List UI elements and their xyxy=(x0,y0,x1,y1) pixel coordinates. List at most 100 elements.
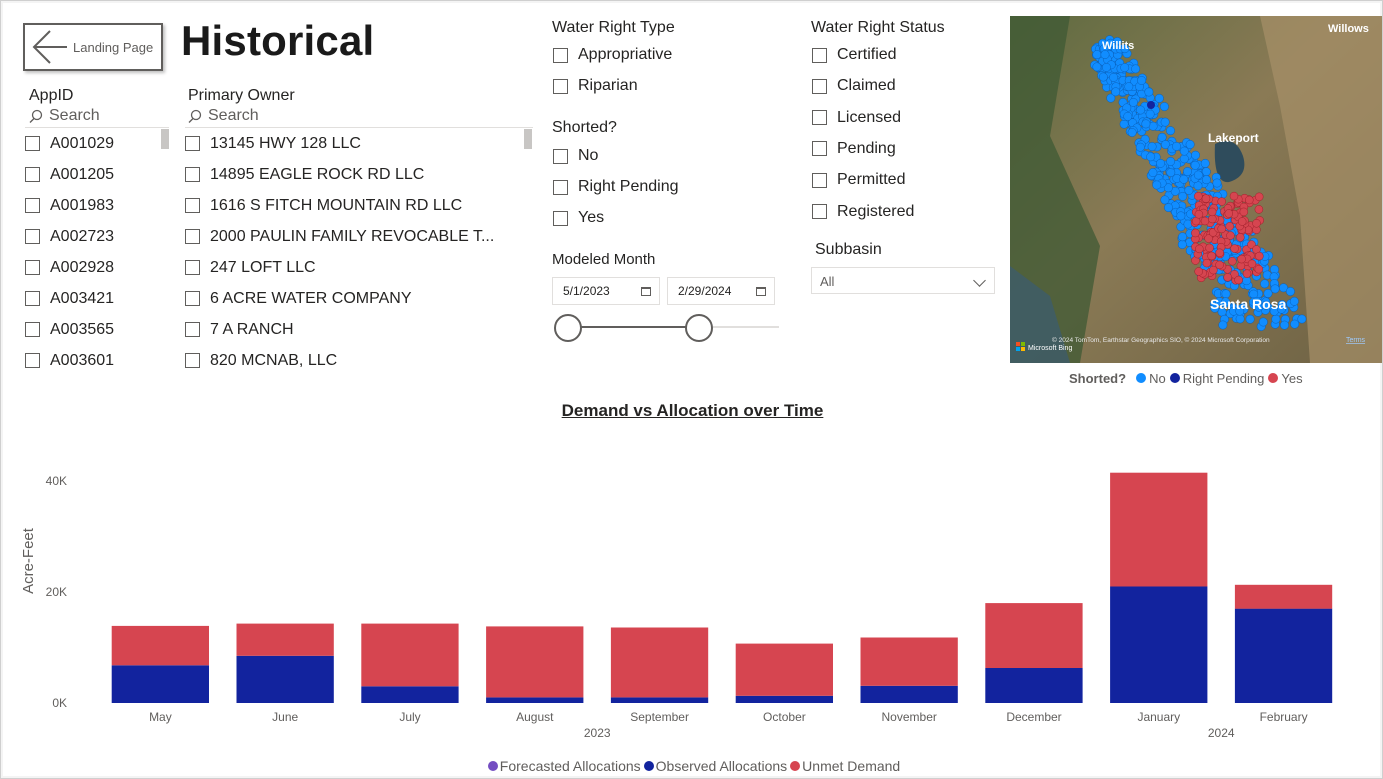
bar-unmet-demand[interactable] xyxy=(735,643,833,696)
water-right-type-option[interactable]: Riparian xyxy=(553,77,638,95)
shorted-option[interactable]: No xyxy=(553,147,598,165)
appid-item[interactable]: A001983 xyxy=(25,190,169,221)
bar-unmet-demand[interactable] xyxy=(361,623,459,687)
owner-item[interactable]: 7 A RANCH xyxy=(185,314,533,345)
checkbox[interactable] xyxy=(25,198,40,213)
appid-item-label: A003565 xyxy=(50,320,115,338)
checkbox[interactable] xyxy=(553,78,568,94)
checkbox[interactable] xyxy=(812,47,827,63)
owner-item[interactable]: 247 LOFT LLC xyxy=(185,252,533,283)
bar-observed-allocations[interactable] xyxy=(985,668,1083,703)
checkbox[interactable] xyxy=(25,353,40,368)
start-date-input[interactable]: 5/1/2023 xyxy=(552,277,660,305)
owner-item[interactable]: 13145 HWY 128 LLC xyxy=(185,128,533,159)
y-tick-label: 20K xyxy=(46,585,67,599)
checkbox[interactable] xyxy=(185,353,200,368)
appid-item-label: A001029 xyxy=(50,134,115,152)
shorted-option[interactable]: Right Pending xyxy=(553,178,679,196)
owner-item[interactable]: 14895 EAGLE ROCK RD LLC xyxy=(185,159,533,190)
shorted-option[interactable]: Yes xyxy=(553,209,604,227)
checkbox[interactable] xyxy=(25,136,40,151)
water-right-type-option[interactable]: Appropriative xyxy=(553,46,672,64)
bar-observed-allocations[interactable] xyxy=(1234,608,1333,703)
map-point xyxy=(1254,264,1264,274)
checkbox[interactable] xyxy=(812,78,827,94)
appid-item[interactable]: A001029 xyxy=(25,128,169,159)
checkbox[interactable] xyxy=(25,322,40,337)
water-right-status-option[interactable]: Certified xyxy=(812,46,897,64)
map-visual[interactable]: Willits Willows Lakeport Santa Rosa © 20… xyxy=(1010,16,1383,363)
water-right-status-option[interactable]: Registered xyxy=(812,203,914,221)
subbasin-title: Subbasin xyxy=(815,241,882,258)
owner-item[interactable]: 2000 PAULIN FAMILY REVOCABLE T... xyxy=(185,221,533,252)
appid-item[interactable]: A003601 xyxy=(25,345,169,376)
checkbox[interactable] xyxy=(553,179,568,195)
checkbox[interactable] xyxy=(185,229,200,244)
checkbox[interactable] xyxy=(812,172,827,188)
map-point xyxy=(1201,175,1211,185)
bar-unmet-demand[interactable] xyxy=(860,637,958,686)
map-point xyxy=(1092,62,1102,72)
bar-unmet-demand[interactable] xyxy=(111,625,209,666)
bar-observed-allocations[interactable] xyxy=(486,697,584,703)
appid-scrollbar[interactable] xyxy=(161,129,169,149)
checkbox[interactable] xyxy=(185,322,200,337)
appid-item[interactable]: A002723 xyxy=(25,221,169,252)
bar-observed-allocations[interactable] xyxy=(111,665,209,703)
subbasin-dropdown[interactable]: All xyxy=(811,267,995,294)
bar-observed-allocations[interactable] xyxy=(1110,586,1208,703)
checkbox[interactable] xyxy=(25,229,40,244)
map-point xyxy=(1124,82,1134,92)
landing-page-button[interactable]: Landing Page xyxy=(23,23,163,71)
bar-unmet-demand[interactable] xyxy=(985,603,1083,668)
bar-unmet-demand[interactable] xyxy=(610,627,709,698)
checkbox[interactable] xyxy=(185,291,200,306)
checkbox[interactable] xyxy=(553,47,568,63)
bar-unmet-demand[interactable] xyxy=(236,623,334,656)
owner-item[interactable]: 820 MCNAB, LLC xyxy=(185,345,533,376)
bar-observed-allocations[interactable] xyxy=(610,697,709,703)
demand-allocation-chart[interactable]: Acre-Feet 0K 20K 40K May June July August Septem… xyxy=(1,431,1383,756)
owner-search-input[interactable]: Search xyxy=(188,107,259,125)
checkbox[interactable] xyxy=(25,291,40,306)
checkbox[interactable] xyxy=(25,260,40,275)
bar-observed-allocations[interactable] xyxy=(236,655,334,703)
bar-unmet-demand[interactable] xyxy=(1234,584,1333,609)
water-right-status-option[interactable]: Permitted xyxy=(812,171,905,189)
owner-scrollbar[interactable] xyxy=(524,129,532,149)
map-point xyxy=(1166,156,1176,166)
appid-item[interactable]: A002928 xyxy=(25,252,169,283)
map-point xyxy=(1172,141,1181,151)
checkbox[interactable] xyxy=(812,204,827,219)
checkbox[interactable] xyxy=(812,141,827,157)
checkbox[interactable] xyxy=(185,260,200,275)
bar-observed-allocations[interactable] xyxy=(361,686,459,703)
bar-observed-allocations[interactable] xyxy=(860,685,958,703)
map-point xyxy=(1215,248,1224,258)
appid-item[interactable]: A003565 xyxy=(25,314,169,345)
checkbox[interactable] xyxy=(553,210,568,226)
appid-search-input[interactable]: Search xyxy=(29,107,100,125)
checkbox[interactable] xyxy=(185,136,200,151)
end-date-input[interactable]: 2/29/2024 xyxy=(667,277,775,305)
date-slider-start-handle[interactable] xyxy=(554,314,582,342)
bar-unmet-demand[interactable] xyxy=(486,626,584,698)
water-right-status-option[interactable]: Claimed xyxy=(812,77,896,95)
water-right-status-option[interactable]: Pending xyxy=(812,140,896,158)
date-slider-end-handle[interactable] xyxy=(685,314,713,342)
checkbox[interactable] xyxy=(185,198,200,213)
appid-item[interactable]: A001205 xyxy=(25,159,169,190)
checkbox[interactable] xyxy=(185,167,200,182)
checkbox[interactable] xyxy=(812,110,827,126)
map-terms-link[interactable]: Terms xyxy=(1346,337,1366,344)
checkbox[interactable] xyxy=(553,148,568,164)
map-canvas[interactable]: Willits Willows Lakeport Santa Rosa © 20… xyxy=(1010,16,1383,363)
water-right-status-option[interactable]: Licensed xyxy=(812,109,901,127)
bar-unmet-demand[interactable] xyxy=(1110,472,1208,587)
map-point xyxy=(1194,267,1203,276)
appid-item[interactable]: A003421 xyxy=(25,283,169,314)
bar-observed-allocations[interactable] xyxy=(735,695,833,703)
checkbox[interactable] xyxy=(25,167,40,182)
owner-item[interactable]: 1616 S FITCH MOUNTAIN RD LLC xyxy=(185,190,533,221)
owner-item[interactable]: 6 ACRE WATER COMPANY xyxy=(185,283,533,314)
